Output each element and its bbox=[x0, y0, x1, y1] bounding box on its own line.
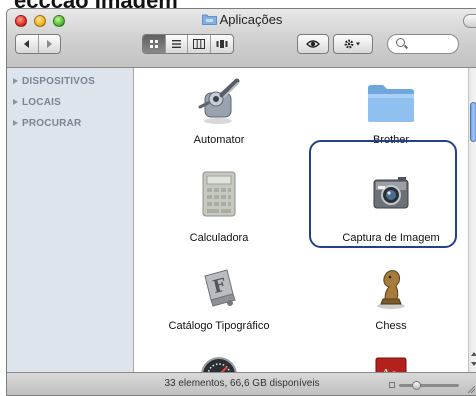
sidebar: DISPOSITIVOS LOCAIS PROCURAR bbox=[7, 68, 134, 372]
forward-button[interactable] bbox=[39, 35, 61, 53]
vertical-scrollbar[interactable] bbox=[468, 68, 476, 372]
forward-arrow-icon bbox=[47, 40, 53, 48]
gear-icon bbox=[344, 39, 360, 49]
disclosure-triangle-icon bbox=[13, 120, 18, 126]
app-item-automator[interactable]: Automator bbox=[144, 68, 294, 148]
icon-view-button[interactable] bbox=[143, 35, 166, 53]
toolbar-toggle-button[interactable] bbox=[463, 14, 476, 28]
nav-button-group bbox=[15, 34, 61, 54]
quick-look-button[interactable] bbox=[298, 35, 328, 53]
scroll-down-arrow-icon[interactable] bbox=[471, 362, 476, 366]
sidebar-section-search[interactable]: PROCURAR bbox=[13, 118, 81, 129]
status-bar: 33 elementos, 66,6 GB disponíveis bbox=[7, 372, 476, 395]
sidebar-section-label: PROCURAR bbox=[22, 118, 82, 129]
column-view-icon bbox=[192, 39, 205, 49]
icon-size-slider-knob[interactable] bbox=[412, 381, 421, 390]
app-item-label: Automator bbox=[193, 134, 245, 146]
folder-icon bbox=[368, 85, 414, 122]
small-icon-size-icon bbox=[389, 382, 395, 388]
disclosure-triangle-icon bbox=[13, 99, 18, 105]
search-field[interactable] bbox=[387, 34, 459, 54]
coverflow-view-button[interactable] bbox=[211, 35, 233, 53]
app-item-dictionary[interactable]: Aa bbox=[316, 348, 466, 372]
app-item-dashboard[interactable] bbox=[144, 348, 294, 372]
sidebar-section-label: DISPOSITIVOS bbox=[22, 76, 95, 87]
scrollbar-thumb[interactable] bbox=[470, 102, 476, 142]
dictionary-icon: Aa bbox=[375, 357, 407, 372]
selection-highlight-outline bbox=[309, 140, 457, 248]
window-title: Aplicações bbox=[7, 12, 476, 27]
folder-icon bbox=[201, 14, 217, 25]
app-item-brother[interactable]: Brother bbox=[316, 68, 466, 148]
chess-icon bbox=[377, 270, 405, 309]
list-view-button[interactable] bbox=[166, 35, 188, 53]
column-view-button[interactable] bbox=[188, 35, 211, 53]
eye-icon bbox=[306, 40, 320, 48]
app-item-calculadora[interactable]: Calculadora bbox=[144, 158, 294, 248]
disclosure-triangle-icon bbox=[13, 78, 18, 84]
action-menu-button[interactable] bbox=[334, 35, 372, 53]
view-mode-group bbox=[142, 34, 234, 54]
search-icon bbox=[396, 38, 405, 47]
icon-size-slider[interactable] bbox=[399, 381, 459, 390]
back-button[interactable] bbox=[16, 35, 39, 53]
calculator-icon bbox=[202, 171, 236, 217]
app-item-label: Catálogo Tipográfico bbox=[168, 320, 270, 332]
list-view-icon bbox=[171, 40, 181, 48]
window-title-text: Aplicações bbox=[219, 12, 283, 27]
sidebar-section-devices[interactable]: DISPOSITIVOS bbox=[13, 76, 95, 87]
automator-icon bbox=[198, 78, 240, 124]
action-menu-group bbox=[333, 34, 373, 54]
app-item-label: Calculadora bbox=[189, 232, 249, 244]
coverflow-view-icon bbox=[216, 40, 228, 48]
icon-view-icon bbox=[149, 40, 158, 48]
back-arrow-icon bbox=[23, 40, 29, 48]
app-item-chess[interactable]: Chess bbox=[316, 258, 466, 338]
app-item-label: Chess bbox=[375, 320, 407, 332]
quick-look-group bbox=[297, 34, 329, 54]
resize-grip-icon[interactable] bbox=[467, 385, 475, 393]
sidebar-section-label: LOCAIS bbox=[22, 97, 61, 108]
dashboard-icon bbox=[201, 357, 237, 372]
scroll-up-arrow-icon[interactable] bbox=[471, 352, 476, 356]
window-titlebar: Aplicações bbox=[7, 9, 476, 68]
font-book-icon: F bbox=[204, 269, 236, 307]
app-item-catalogo-tipografico[interactable]: F Catálogo Tipográfico bbox=[144, 258, 294, 338]
sidebar-section-places[interactable]: LOCAIS bbox=[13, 97, 61, 108]
